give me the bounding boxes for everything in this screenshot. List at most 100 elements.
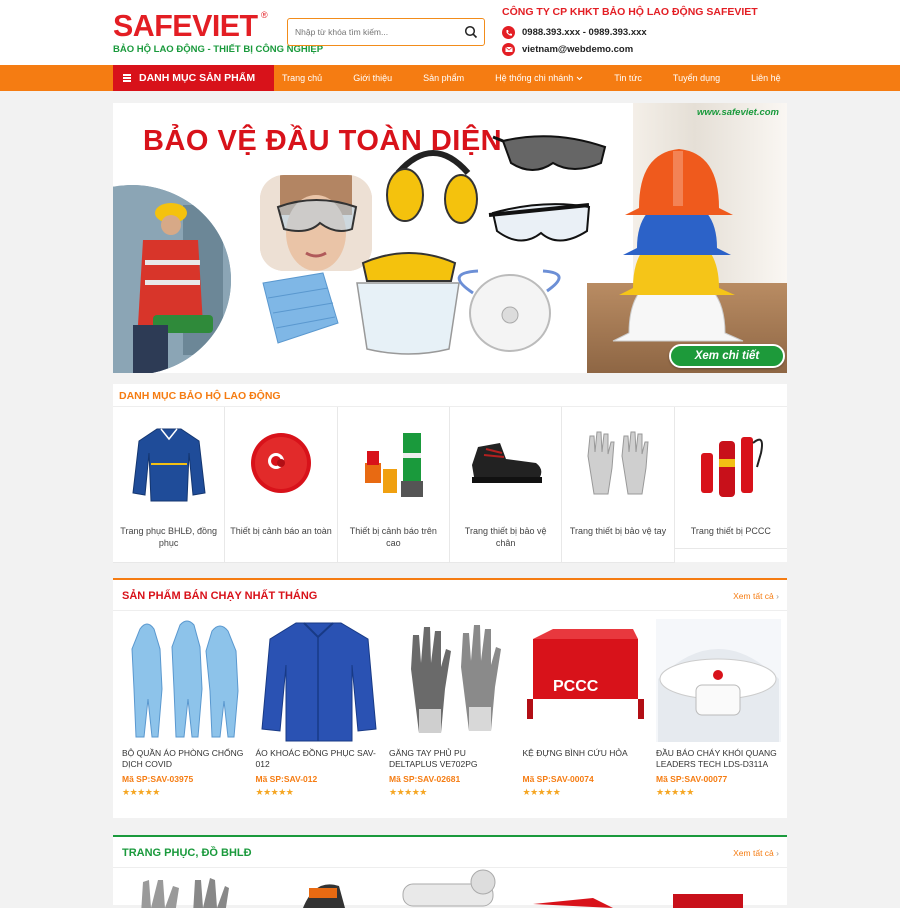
- view-all-label: Xem tất cả: [733, 848, 774, 858]
- view-all-label: Xem tất cả: [733, 591, 774, 601]
- search-box: [287, 18, 485, 46]
- safety-glasses-dark-graphic: [492, 135, 607, 171]
- category-image: [675, 419, 787, 507]
- product-card[interactable]: ĐẦU BÁO CHÁY KHÓI QUANG LEADERS TECH LDS…: [656, 619, 781, 798]
- bestseller-header: SẢN PHẨM BÁN CHẠY NHẤT THÁNG Xem tất cả …: [113, 580, 787, 611]
- category-image: [225, 419, 336, 507]
- safety-glasses-clear-graphic: [488, 203, 591, 242]
- product-image-extinguisher-rack: PCCC: [523, 619, 648, 742]
- category-label: Trang thiết bị bảo vệ chân: [464, 526, 547, 548]
- product-image-gloves: [389, 619, 514, 742]
- product-card[interactable]: ÁO KHOÁC ĐỒNG PHỤC SAV-012 Mã SP:SAV-012…: [256, 619, 381, 798]
- product-card[interactable]: GĂNG TAY PHỦ PU DELTAPLUS VE702PG Mã SP:…: [389, 619, 514, 798]
- category-item-hand-protection[interactable]: Trang thiết bị bảo vệ tay: [562, 407, 675, 563]
- logo-tagline: BẢO HỘ LAO ĐỘNG - THIẾT BỊ CÔNG NGHIỆP: [113, 44, 324, 55]
- nav-item-home[interactable]: Trang chủ: [274, 73, 330, 83]
- product-code: Mã SP:SAV-02681: [389, 774, 461, 784]
- rating-stars: ★★★★★: [522, 787, 561, 797]
- earmuffs-graphic: [386, 150, 478, 224]
- product-name[interactable]: ÁO KHOÁC ĐỒNG PHỤC SAV-012: [256, 748, 381, 770]
- category-item-foot-protection[interactable]: Trang thiết bị bảo vệ chân: [449, 407, 563, 563]
- chevron-down-icon: [576, 76, 583, 81]
- category-grid: Trang phục BHLĐ, đồng phục Thiết bị cảnh…: [113, 406, 787, 563]
- svg-text:PCCC: PCCC: [553, 678, 599, 695]
- chevron-right-icon: ›: [776, 591, 779, 601]
- product-name[interactable]: KỆ ĐỰNG BÌNH CỨU HỎA: [523, 748, 648, 770]
- menu-icon: [123, 73, 131, 84]
- uniform-header: TRANG PHỤC, ĐỒ BHLĐ Xem tất cả ›: [113, 837, 787, 868]
- search-input[interactable]: [288, 19, 453, 45]
- company-name: CÔNG TY CP KHKT BẢO HỘ LAO ĐỘNG SAFEVIET: [502, 6, 758, 18]
- product-name[interactable]: GĂNG TAY PHỦ PU DELTAPLUS VE702PG: [389, 748, 514, 770]
- email-icon: [502, 43, 515, 56]
- helmet-stack-graphic: [612, 149, 744, 342]
- bestseller-section: SẢN PHẨM BÁN CHẠY NHẤT THÁNG Xem tất cả …: [113, 578, 787, 818]
- uniform-title: TRANG PHỤC, ĐỒ BHLĐ: [122, 847, 252, 859]
- category-section: DANH MỤC BẢO HỘ LAO ĐỘNG Trang phục BHLĐ…: [113, 384, 787, 563]
- nav-item-branches-label: Hệ thống chi nhánh: [495, 73, 574, 83]
- product-image-smoke-detector: [656, 619, 781, 742]
- rating-stars: ★★★★★: [122, 787, 160, 797]
- nav-item-branches[interactable]: Hệ thống chi nhánh: [487, 73, 591, 83]
- respirator-mask-graphic: [457, 269, 561, 352]
- bestseller-view-all[interactable]: Xem tất cả ›: [733, 591, 779, 601]
- product-name[interactable]: ĐẦU BÁO CHÁY KHÓI QUANG LEADERS TECH LDS…: [656, 748, 781, 770]
- category-label: Trang thiết bị PCCC: [690, 526, 771, 536]
- uniform-section: TRANG PHỤC, ĐỒ BHLĐ Xem tất cả ›: [113, 835, 787, 908]
- banner-product-illustrations: [262, 135, 744, 355]
- product-code: Mã SP:SAV-03975: [122, 774, 194, 784]
- registered-mark: ®: [261, 10, 268, 20]
- category-image: [450, 419, 561, 507]
- site-header: SAFEVIET ® BẢO HỘ LAO ĐỘNG - THIẾT BỊ CÔ…: [0, 0, 900, 65]
- nav-menu: Trang chủ Giới thiệu Sản phẩm Hệ thống c…: [274, 65, 804, 91]
- uniform-view-all[interactable]: Xem tất cả ›: [733, 848, 779, 858]
- product-image-jacket: [256, 619, 381, 742]
- category-item-uniform[interactable]: Trang phục BHLĐ, đồng phục: [113, 407, 226, 563]
- logo[interactable]: SAFEVIET ® BẢO HỘ LAO ĐỘNG - THIẾT BỊ CÔ…: [113, 8, 324, 56]
- product-image-protective-suit: [122, 619, 247, 742]
- rating-stars: ★★★★★: [656, 787, 694, 797]
- category-menu-label: DANH MỤC SẢN PHẨM: [139, 72, 256, 84]
- bestseller-title: SẢN PHẨM BÁN CHẠY NHẤT THÁNG: [122, 590, 318, 602]
- nav-item-news[interactable]: Tin tức: [606, 73, 650, 83]
- rating-stars: ★★★★★: [255, 787, 294, 797]
- chevron-right-icon: ›: [776, 848, 779, 858]
- email-row: vietnam@webdemo.com: [502, 43, 633, 56]
- search-icon[interactable]: [464, 25, 478, 39]
- surgical-mask-graphic: [262, 272, 339, 344]
- category-label: Thiết bị cảnh báo trên cao: [349, 526, 437, 548]
- nav-item-careers[interactable]: Tuyển dụng: [665, 73, 728, 83]
- category-section-title: DANH MỤC BẢO HỘ LAO ĐỘNG: [119, 390, 281, 402]
- phone-icon: [502, 26, 515, 39]
- email-address[interactable]: vietnam@webdemo.com: [522, 44, 633, 55]
- category-image: [338, 419, 449, 507]
- category-image: [113, 419, 224, 507]
- category-label: Trang thiết bị bảo vệ tay: [569, 526, 667, 536]
- nav-item-contact[interactable]: Liên hệ: [743, 73, 789, 83]
- hero-banner[interactable]: BẢO VỆ ĐẦU TOÀN DIỆN www.safeviet.com Xe…: [113, 103, 787, 373]
- product-name[interactable]: BỘ QUẦN ÁO PHÒNG CHỐNG DỊCH COVID: [122, 748, 247, 770]
- category-item-warning-devices[interactable]: Thiết bị cảnh báo an toàn: [225, 407, 338, 563]
- banner-detail-button[interactable]: Xem chi tiết: [669, 344, 785, 368]
- rating-stars: ★★★★★: [389, 787, 427, 797]
- main-nav: DANH MỤC SẢN PHẨM Trang chủ Giới thiệu S…: [0, 65, 900, 91]
- category-label: Trang phục BHLĐ, đồng phục: [120, 526, 218, 548]
- face-shield-graphic: [356, 252, 460, 355]
- uniform-product-previews: [141, 869, 743, 908]
- nav-item-products[interactable]: Sản phẩm: [415, 73, 472, 83]
- phone-row: 0988.393.xxx - 0989.393.xxx: [502, 26, 647, 39]
- category-image: [562, 419, 673, 507]
- product-card[interactable]: BỘ QUẦN ÁO PHÒNG CHỐNG DỊCH COVID Mã SP:…: [122, 619, 247, 798]
- category-item-high-warning[interactable]: Thiết bị cảnh báo trên cao: [337, 407, 450, 563]
- product-code: Mã SP:SAV-00074: [522, 774, 594, 784]
- category-label: Thiết bị cảnh báo an toàn: [230, 526, 332, 536]
- product-card[interactable]: PCCC KỆ ĐỰNG BÌNH CỨU HỎA Mã SP:SAV-0007…: [523, 619, 648, 798]
- category-menu-button[interactable]: DANH MỤC SẢN PHẨM: [113, 65, 274, 91]
- category-item-fire-equipment[interactable]: Trang thiết bị PCCC: [674, 407, 787, 549]
- product-code: Mã SP:SAV-00077: [656, 774, 728, 784]
- product-code: Mã SP:SAV-012: [255, 774, 318, 784]
- logo-text: SAFEVIET: [113, 8, 258, 43]
- bestseller-grid: BỘ QUẦN ÁO PHÒNG CHỐNG DỊCH COVID Mã SP:…: [113, 611, 787, 798]
- nav-item-about[interactable]: Giới thiệu: [345, 73, 400, 83]
- phone-number[interactable]: 0988.393.xxx - 0989.393.xxx: [522, 27, 647, 38]
